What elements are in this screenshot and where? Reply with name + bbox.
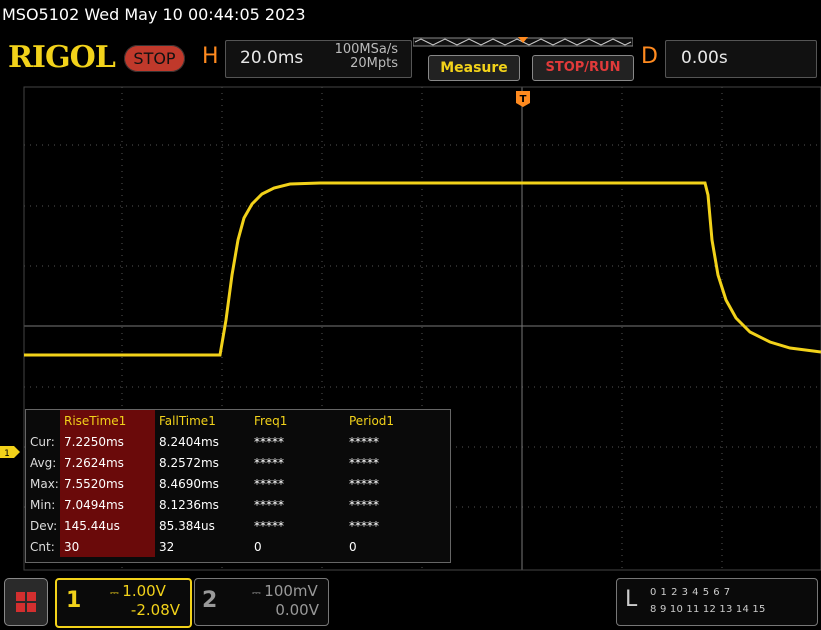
dc-coupling-icon: ⎓ bbox=[252, 586, 265, 599]
channel1-offset: -2.08V bbox=[130, 601, 180, 619]
table-cell: ***** bbox=[349, 497, 379, 512]
svg-text:T: T bbox=[520, 94, 527, 105]
menu-grid-icon bbox=[16, 592, 36, 612]
table-cell: 8.4690ms bbox=[159, 476, 219, 491]
column-header[interactable]: RiseTime1 bbox=[60, 410, 155, 431]
table-cell: 7.5520ms bbox=[60, 473, 155, 494]
trigger-t-icon[interactable]: T bbox=[516, 91, 530, 107]
table-cell: 8.2404ms bbox=[159, 434, 219, 449]
table-cell: ***** bbox=[349, 518, 379, 533]
table-cell: ***** bbox=[254, 455, 284, 470]
table-cell: ***** bbox=[349, 476, 379, 491]
channel2-number: 2 bbox=[202, 588, 218, 613]
logic-channels-row2: 8 9 10 11 12 13 14 15 bbox=[650, 604, 766, 615]
channel1-trace bbox=[24, 181, 821, 357]
table-row: Max: 7.5520ms 8.4690ms ***** ***** bbox=[26, 473, 440, 494]
column-header[interactable]: FallTime1 bbox=[155, 410, 250, 431]
table-cell: 145.44us bbox=[60, 515, 155, 536]
table-cell: ***** bbox=[254, 497, 284, 512]
svg-text:1: 1 bbox=[4, 449, 10, 458]
row-label: Cur: bbox=[30, 434, 55, 449]
row-label: Cnt: bbox=[30, 539, 55, 554]
logic-channels-row1: 0 1 2 3 4 5 6 7 bbox=[650, 587, 731, 598]
row-label: Max: bbox=[30, 476, 59, 491]
table-row: Dev: 145.44us 85.384us ***** ***** bbox=[26, 515, 440, 536]
logic-label: L bbox=[625, 587, 638, 612]
table-cell: 7.0494ms bbox=[60, 494, 155, 515]
row-label: Min: bbox=[30, 497, 56, 512]
logic-analyzer-box[interactable] bbox=[616, 578, 818, 626]
table-row: Cur: 7.2250ms 8.2404ms ***** ***** bbox=[26, 431, 440, 452]
measurement-panel: RiseTime1 FallTime1 Freq1 Period1 Cur: 7… bbox=[25, 409, 451, 563]
table-cell: 7.2250ms bbox=[60, 431, 155, 452]
table-cell: ***** bbox=[254, 518, 284, 533]
measurement-table: RiseTime1 FallTime1 Freq1 Period1 Cur: 7… bbox=[26, 410, 440, 557]
table-cell: ***** bbox=[349, 434, 379, 449]
channel2-scale: ⎓ 100mV bbox=[252, 582, 318, 600]
table-cell: 85.384us bbox=[159, 518, 215, 533]
row-label: Avg: bbox=[30, 455, 57, 470]
dc-coupling-icon: ⎓ bbox=[110, 586, 123, 599]
table-row: Cnt: 30 32 0 0 bbox=[26, 536, 440, 557]
channel1-number: 1 bbox=[66, 588, 82, 613]
table-cell: ***** bbox=[349, 455, 379, 470]
table-cell: 30 bbox=[60, 536, 155, 557]
channel1-offset-marker[interactable]: 1 bbox=[0, 446, 20, 458]
table-cell: 0 bbox=[349, 539, 357, 554]
table-row: Min: 7.0494ms 8.1236ms ***** ***** bbox=[26, 494, 440, 515]
channel1-scale: ⎓ 1.00V bbox=[110, 582, 166, 600]
menu-button[interactable] bbox=[4, 578, 48, 626]
column-header[interactable]: Freq1 bbox=[250, 410, 345, 431]
table-cell: ***** bbox=[254, 476, 284, 491]
column-header[interactable]: Period1 bbox=[345, 410, 440, 431]
table-cell: 8.2572ms bbox=[159, 455, 219, 470]
channel2-offset: 0.00V bbox=[275, 601, 319, 619]
measurement-header-row: RiseTime1 FallTime1 Freq1 Period1 bbox=[26, 410, 440, 431]
table-row: Avg: 7.2624ms 8.2572ms ***** ***** bbox=[26, 452, 440, 473]
table-cell: 8.1236ms bbox=[159, 497, 219, 512]
table-cell: 7.2624ms bbox=[60, 452, 155, 473]
table-cell: ***** bbox=[254, 434, 284, 449]
table-cell: 0 bbox=[254, 539, 262, 554]
table-cell: 32 bbox=[159, 539, 175, 554]
row-label: Dev: bbox=[30, 518, 58, 533]
